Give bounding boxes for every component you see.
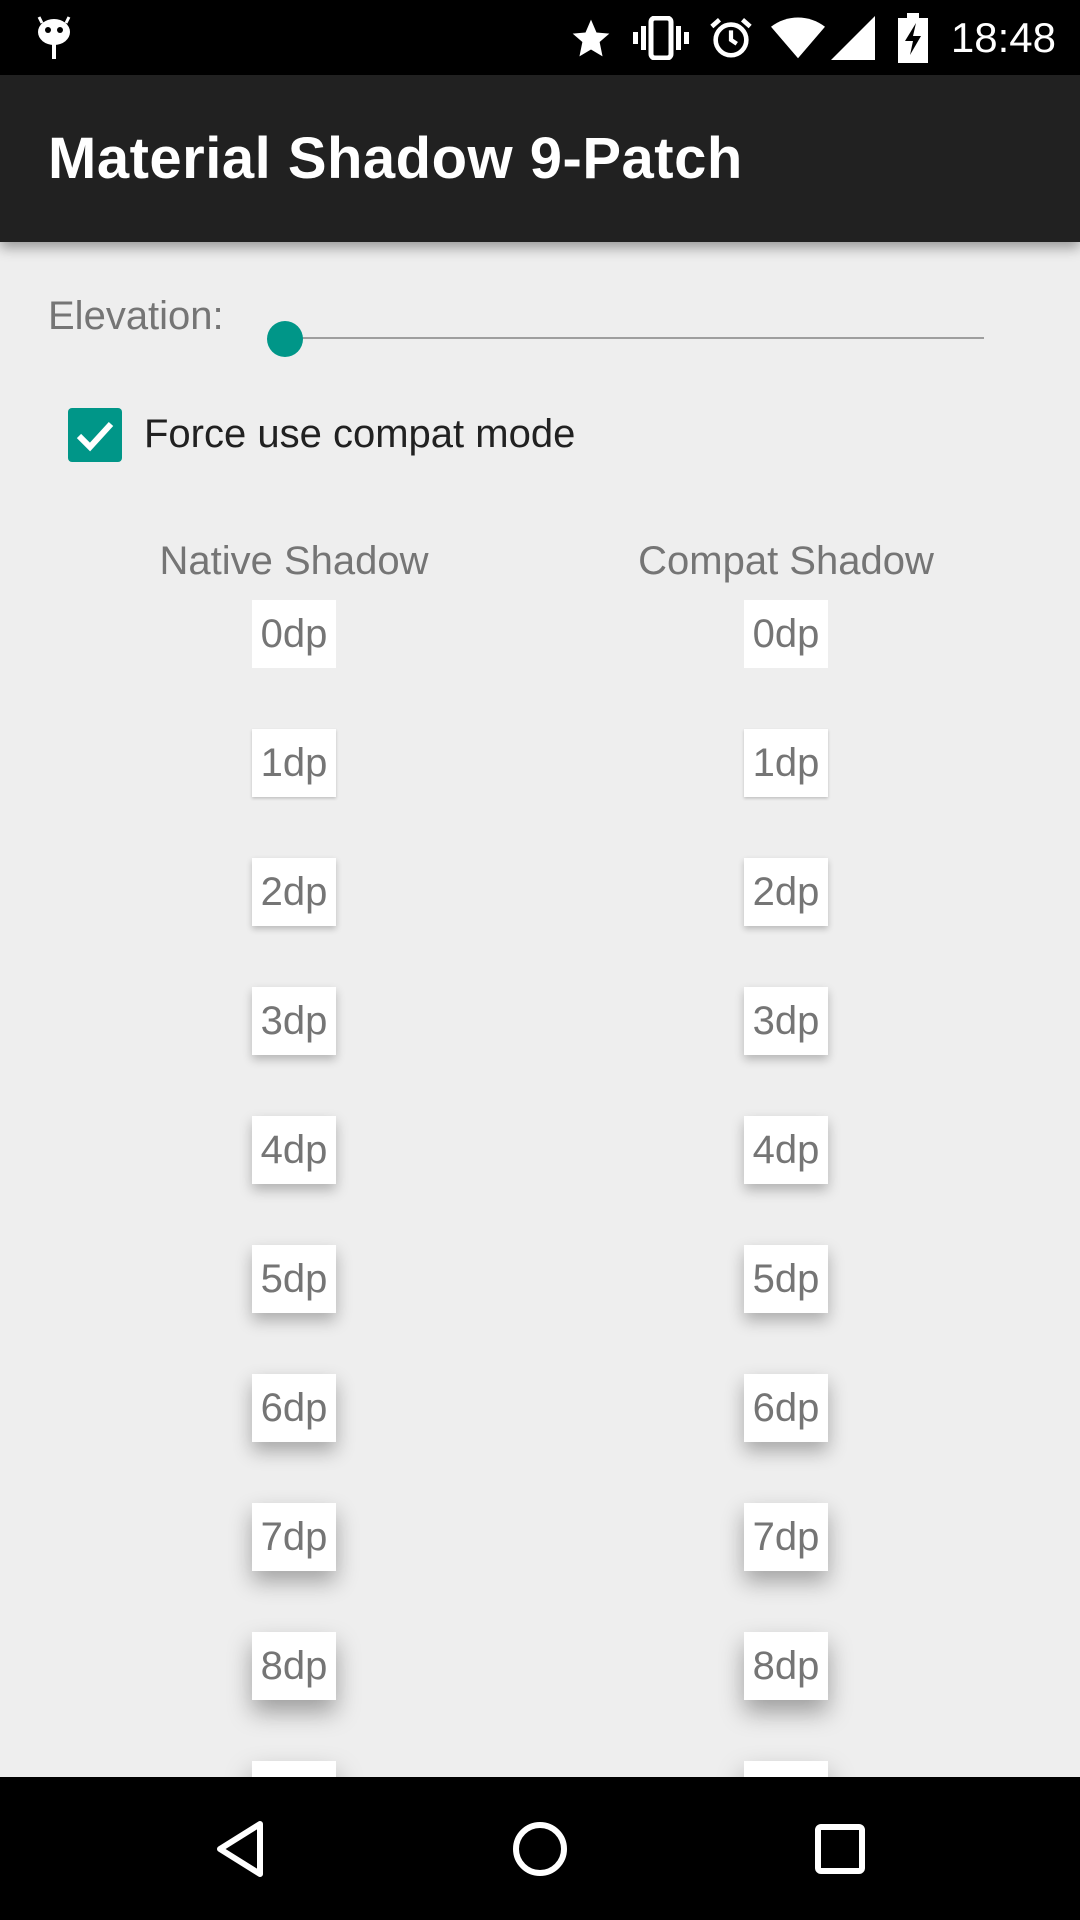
native-shadow-card: 4dp <box>252 1116 336 1184</box>
compat-shadow-card: 0dp <box>744 600 828 668</box>
elevation-slider-track[interactable] <box>285 337 984 339</box>
native-shadow-header: Native Shadow <box>159 539 429 583</box>
native-shadow-card: 5dp <box>252 1245 336 1313</box>
compat-shadow-card: 2dp <box>744 858 828 926</box>
wifi-icon <box>770 0 826 75</box>
compat-shadow-header: Compat Shadow <box>638 539 934 583</box>
android-debug-icon <box>34 0 74 75</box>
native-shadow-card: 0dp <box>252 600 336 668</box>
native-shadow-card <box>252 1761 336 1777</box>
compat-shadow-card: 7dp <box>744 1503 828 1571</box>
native-shadow-card: 8dp <box>252 1632 336 1700</box>
home-icon <box>513 1821 567 1876</box>
vibrate-icon <box>632 0 690 75</box>
compat-shadow-card: 1dp <box>744 729 828 797</box>
native-shadow-card: 3dp <box>252 987 336 1055</box>
clock: 18:48 <box>950 14 1056 61</box>
elevation-slider-thumb[interactable] <box>267 321 303 357</box>
back-icon <box>217 1820 263 1877</box>
native-shadow-card: 1dp <box>252 729 336 797</box>
status-bar: 18:48 <box>0 0 1080 75</box>
battery-charging-icon <box>896 0 930 75</box>
navigation-bar <box>0 1777 1080 1920</box>
native-shadow-card: 7dp <box>252 1503 336 1571</box>
app-title: Material Shadow 9-Patch <box>48 126 743 191</box>
compat-shadow-card: 6dp <box>744 1374 828 1442</box>
compat-shadow-card: 8dp <box>744 1632 828 1700</box>
compat-shadow-card: 3dp <box>744 987 828 1055</box>
main-content: Elevation: Force use compat mode Native … <box>0 242 1080 1777</box>
back-button[interactable] <box>160 1777 320 1920</box>
checkmark-icon <box>76 421 114 452</box>
compat-mode-checkbox[interactable] <box>68 408 122 462</box>
compat-mode-label[interactable]: Force use compat mode <box>144 412 575 457</box>
native-shadow-card: 6dp <box>252 1374 336 1442</box>
home-button[interactable] <box>460 1777 620 1920</box>
alarm-icon <box>706 0 756 75</box>
compat-shadow-card <box>744 1761 828 1777</box>
native-shadow-card: 2dp <box>252 858 336 926</box>
recents-button[interactable] <box>760 1777 920 1920</box>
elevation-label: Elevation: <box>48 294 224 338</box>
compat-shadow-card: 4dp <box>744 1116 828 1184</box>
star-icon <box>566 0 616 75</box>
compat-shadow-card: 5dp <box>744 1245 828 1313</box>
recents-icon <box>815 1823 865 1874</box>
signal-icon <box>830 0 876 75</box>
app-bar: Material Shadow 9-Patch <box>0 75 1080 242</box>
